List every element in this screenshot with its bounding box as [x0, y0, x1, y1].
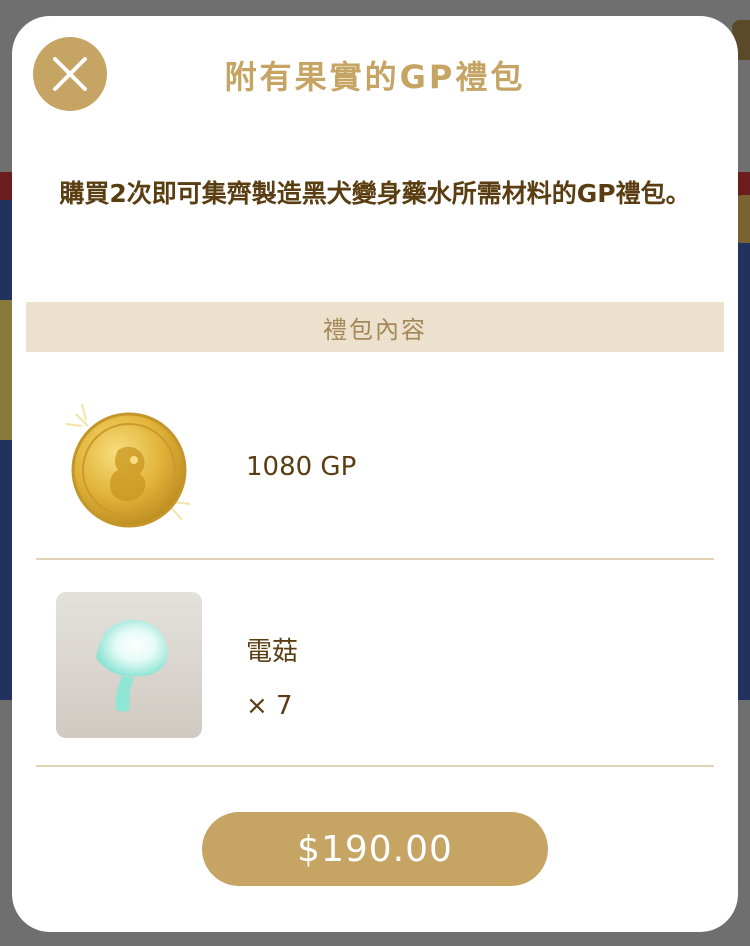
list-item: 1080 GP	[36, 376, 714, 560]
bundle-contents-header: 禮包內容	[26, 302, 724, 352]
price-label: $190.00	[297, 828, 453, 870]
bundle-contents-label: 禮包內容	[323, 315, 427, 344]
item-quantity: × 7	[246, 691, 293, 721]
purchase-button[interactable]: $190.00	[202, 812, 548, 886]
dialog-title: 附有果實的GP禮包	[224, 58, 526, 96]
dialog-description: 購買2次即可集齊製造黑犬變身藥水所需材料的GP禮包。	[59, 179, 691, 208]
gp-bundle-dialog: 附有果實的GP禮包 購買2次即可集齊製造黑犬變身藥水所需材料的GP禮包。 禮包內…	[12, 16, 738, 932]
gold-coin-icon	[56, 394, 202, 540]
list-item: 電菇 × 7	[36, 561, 714, 767]
mushroom-icon	[56, 592, 202, 738]
item-name: 電菇	[246, 637, 299, 667]
item-name: 1080 GP	[246, 452, 357, 482]
